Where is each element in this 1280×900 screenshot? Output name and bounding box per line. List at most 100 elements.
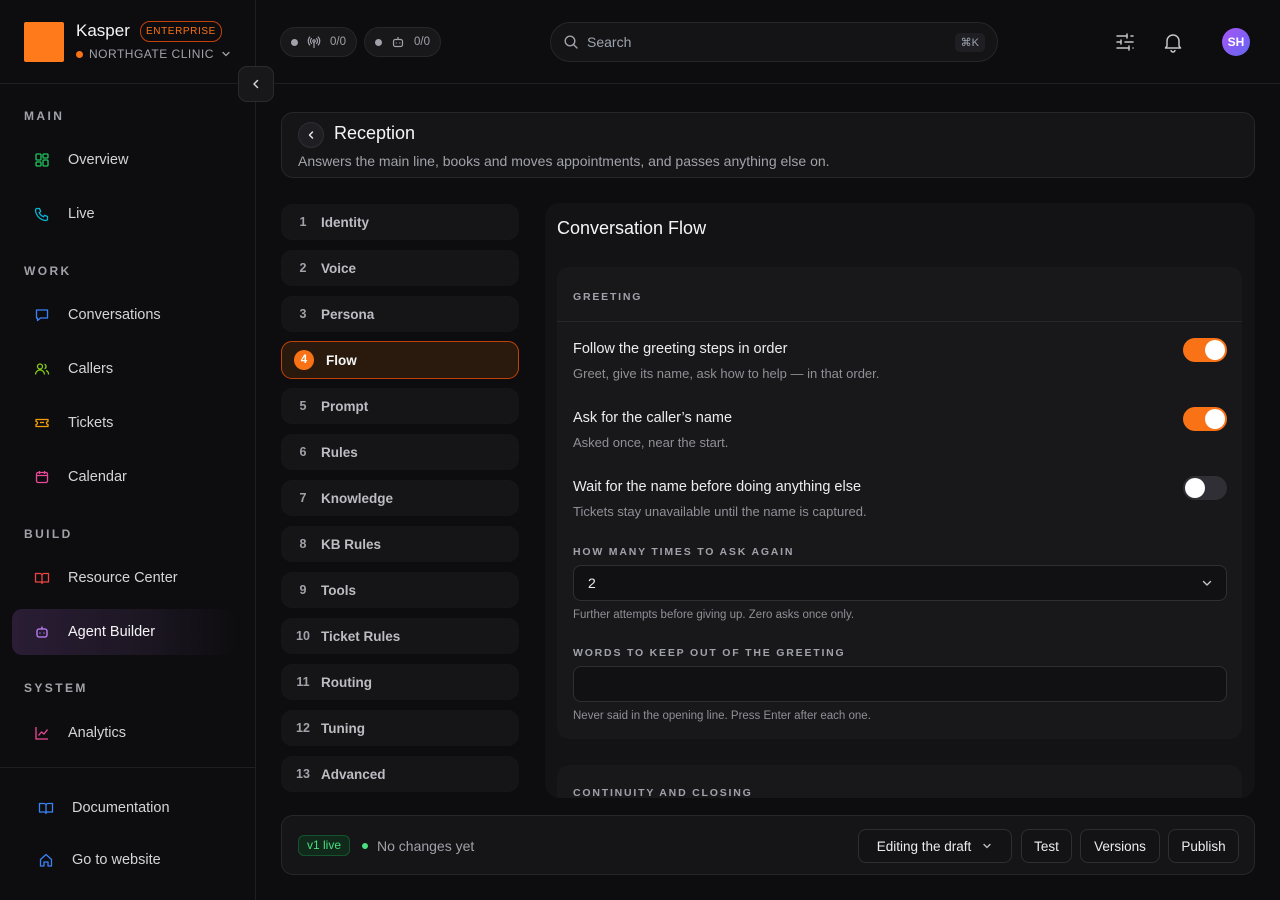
step-number: 12 <box>296 721 310 735</box>
step-label: Identity <box>321 214 370 230</box>
sidebar-item-website[interactable]: Go to website <box>16 837 240 883</box>
plan-badge: ENTERPRISE <box>140 21 222 42</box>
step-label: KB Rules <box>321 536 382 552</box>
sidebar-item-label: Documentation <box>72 800 170 816</box>
step-label: Prompt <box>321 398 369 414</box>
user-avatar[interactable]: SH <box>1222 28 1250 56</box>
book-open-icon <box>34 572 50 585</box>
exclude-words-input[interactable] <box>573 666 1227 702</box>
retries-value: 2 <box>588 575 596 591</box>
step-label: Ticket Rules <box>321 628 401 644</box>
test-button[interactable]: Test <box>1021 829 1072 863</box>
ask-name-toggle[interactable] <box>1183 407 1227 431</box>
active-agents-count: 0/0 <box>414 36 430 48</box>
sidebar-item-label: Analytics <box>68 725 127 741</box>
edit-mode-select[interactable]: Editing the draft <box>858 829 1012 863</box>
setting-description: Asked once, near the start. <box>573 435 729 450</box>
step-label: Knowledge <box>321 490 394 506</box>
publish-bar: v1 live No changes yet Editing the draft… <box>281 815 1255 875</box>
step-persona[interactable]: 3 Persona <box>281 296 519 332</box>
collapse-sidebar-button[interactable] <box>238 66 274 102</box>
step-number: 7 <box>299 491 307 505</box>
section-label-main: MAIN <box>24 109 65 123</box>
flow-panel: Conversation Flow GREETING Follow the gr… <box>545 203 1255 798</box>
step-tuning[interactable]: 12 Tuning <box>281 710 519 746</box>
retries-select[interactable]: 2 <box>573 565 1227 601</box>
step-knowledge[interactable]: 7 Knowledge <box>281 480 519 516</box>
search-input[interactable] <box>587 34 947 50</box>
section-label-build: BUILD <box>24 527 73 541</box>
status-dot <box>362 843 368 849</box>
versions-button[interactable]: Versions <box>1080 829 1160 863</box>
ticket-icon <box>35 418 49 428</box>
toggle-knob <box>1185 478 1205 498</box>
step-prompt[interactable]: 5 Prompt <box>281 388 519 424</box>
active-agents-pill[interactable]: 0/0 <box>364 27 441 57</box>
sidebar-item-label: Calendar <box>68 469 127 485</box>
step-identity[interactable]: 1 Identity <box>281 204 519 240</box>
chevron-down-icon <box>983 843 991 849</box>
step-flow[interactable]: 4 Flow <box>281 341 519 379</box>
step-number: 11 <box>296 675 310 689</box>
section-label-work: WORK <box>24 264 72 278</box>
step-number: 6 <box>299 445 307 459</box>
step-label: Routing <box>321 674 372 690</box>
sidebar-item-live[interactable]: Live <box>12 191 236 237</box>
org-name: NORTHGATE CLINIC <box>89 47 214 61</box>
page-subtitle: Answers the main line, books and moves a… <box>298 153 830 169</box>
back-button[interactable] <box>298 122 324 148</box>
step-routing[interactable]: 11 Routing <box>281 664 519 700</box>
sidebar-item-label: Resource Center <box>68 570 178 586</box>
toggle-knob <box>1205 409 1225 429</box>
chevron-left-icon <box>253 79 259 89</box>
greeting-header: GREETING <box>557 267 1242 322</box>
global-search[interactable]: ⌘K <box>550 22 998 62</box>
sidebar-item-tickets[interactable]: Tickets <box>12 400 236 446</box>
filter-settings-button[interactable] <box>1113 30 1137 54</box>
chevron-left-icon <box>308 131 314 139</box>
agent-header: Reception Answers the main line, books a… <box>281 112 1255 178</box>
sidebar-item-calendar[interactable]: Calendar <box>12 454 236 500</box>
sidebar-item-documentation[interactable]: Documentation <box>16 785 240 831</box>
step-number: 4 <box>294 350 314 370</box>
sidebar-item-overview[interactable]: Overview <box>12 137 236 183</box>
step-label: Advanced <box>321 766 386 782</box>
setting-description: Tickets stay unavailable until the name … <box>573 504 867 519</box>
step-rules[interactable]: 6 Rules <box>281 434 519 470</box>
sidebar-item-agent-builder[interactable]: Agent Builder <box>12 609 236 655</box>
status-dot <box>375 38 382 46</box>
continuity-card: CONTINUITY AND CLOSING <box>557 765 1242 798</box>
step-label: Persona <box>321 306 375 322</box>
greeting-order-toggle[interactable] <box>1183 338 1227 362</box>
wait-for-name-toggle[interactable] <box>1183 476 1227 500</box>
status-dot <box>291 38 298 46</box>
panel-title: Conversation Flow <box>557 218 707 238</box>
brand-area: Kasper ENTERPRISE NORTHGATE CLINIC <box>0 0 255 84</box>
setting-description: Greet, give its name, ask how to help — … <box>573 366 880 381</box>
step-tools[interactable]: 9 Tools <box>281 572 519 608</box>
step-voice[interactable]: 2 Voice <box>281 250 519 286</box>
sidebar-item-analytics[interactable]: Analytics <box>12 710 236 756</box>
sidebar-item-resource-center[interactable]: Resource Center <box>12 555 236 601</box>
live-calls-pill[interactable]: 0/0 <box>280 27 357 57</box>
toggle-knob <box>1205 340 1225 360</box>
notifications-button[interactable] <box>1161 30 1185 54</box>
sidebar-item-label: Go to website <box>72 852 161 868</box>
publish-button[interactable]: Publish <box>1168 829 1239 863</box>
step-advanced[interactable]: 13 Advanced <box>281 756 519 792</box>
sidebar-footer: Documentation Go to website <box>0 767 255 900</box>
sliders-icon <box>1116 33 1134 51</box>
bell-icon <box>1164 34 1182 53</box>
bot-icon <box>392 37 404 48</box>
step-ticket-rules[interactable]: 10 Ticket Rules <box>281 618 519 654</box>
sidebar-item-callers[interactable]: Callers <box>12 346 236 392</box>
chart-line-icon <box>35 727 49 740</box>
sidebar: Kasper ENTERPRISE NORTHGATE CLINIC MAIN … <box>0 0 256 900</box>
retries-hint: Further attempts before giving up. Zero … <box>573 609 855 621</box>
org-switcher[interactable]: NORTHGATE CLINIC <box>76 47 232 61</box>
step-kb-rules[interactable]: 8 KB Rules <box>281 526 519 562</box>
sidebar-item-conversations[interactable]: Conversations <box>12 292 236 338</box>
chevron-down-icon <box>1202 580 1212 586</box>
chat-icon <box>35 309 49 322</box>
users-icon <box>34 363 50 375</box>
